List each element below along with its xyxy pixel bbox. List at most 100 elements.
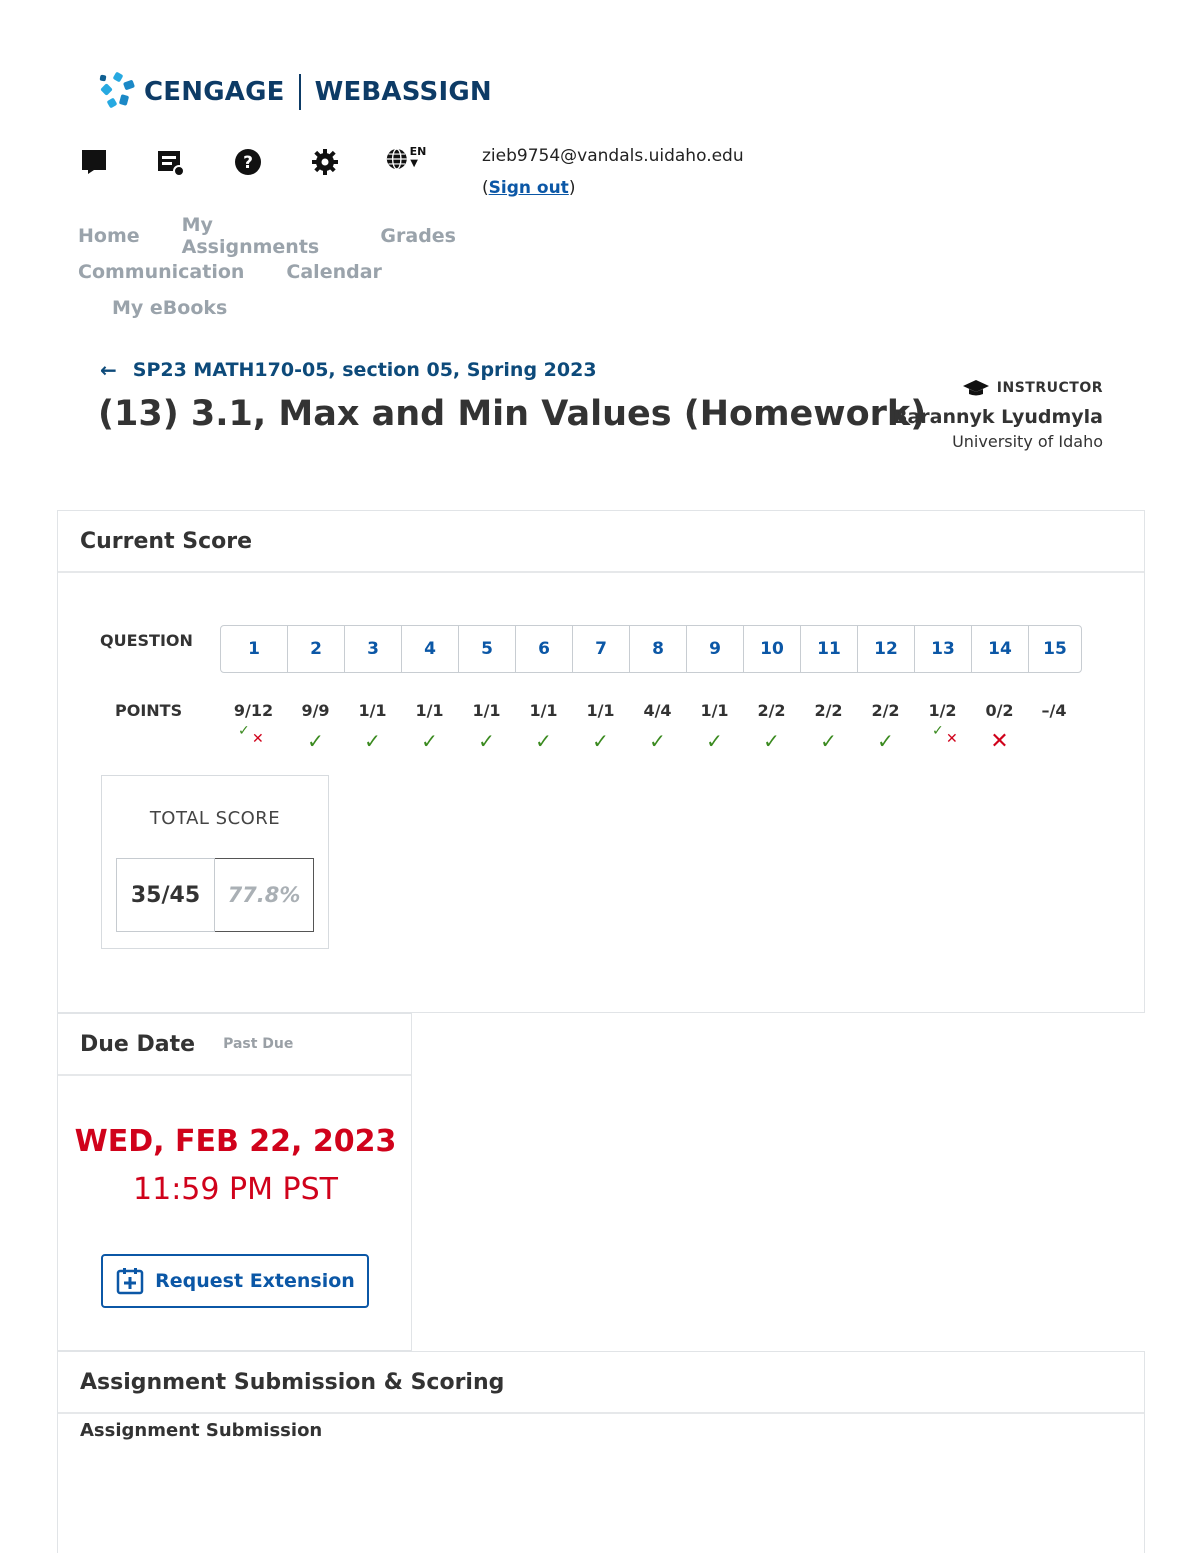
points-value: 1/1 [358,701,387,720]
globe-icon [386,148,407,170]
cengage-webassign-logo[interactable]: CENGAGE WEBASSIGN [96,70,492,114]
correct-check-icon: ✓ [535,729,552,753]
correct-check-icon: ✓ [820,729,837,753]
points-value: 2/2 [814,701,843,720]
no-status [1028,729,1080,751]
points-value: 1/1 [415,701,444,720]
points-cell-9: 1/1 ✓ [686,701,743,761]
brand-divider [298,74,301,110]
incorrect-x-icon: ✕ [990,729,1009,754]
correct-check-icon: ✓ [307,729,324,753]
question-link-15[interactable]: 15 [1029,626,1081,672]
question-link-11[interactable]: 11 [801,626,858,672]
points-row-label: POINTS [115,701,183,720]
nav-grades[interactable]: Grades [380,225,456,247]
points-value: 1/2 [928,701,957,720]
top-toolbar: ? EN ▼ [78,146,426,178]
points-value: 1/1 [586,701,615,720]
graduation-cap-icon [962,380,989,396]
request-extension-button[interactable]: Request Extension [101,1254,369,1308]
calendar-plus-icon [116,1268,144,1295]
submission-scoring-panel: Assignment Submission & Scoring Assignme… [57,1351,1145,1553]
total-score-points: 35/45 [116,858,215,932]
svg-text:?: ? [243,153,253,173]
correct-check-icon: ✓ [649,729,666,753]
points-value: 0/2 [985,701,1014,720]
language-selector[interactable]: EN ▼ [386,146,426,178]
points-value: 1/1 [529,701,558,720]
points-cell-12: 2/2 ✓ [857,701,914,761]
question-link-13[interactable]: 13 [915,626,972,672]
language-code: EN [409,145,427,158]
flag-icon[interactable] [78,146,110,178]
question-link-9[interactable]: 9 [687,626,744,672]
question-link-5[interactable]: 5 [459,626,516,672]
due-date-value: WED, FEB 22, 2023 [74,1124,397,1159]
instructor-school: University of Idaho [952,432,1103,451]
nav-calendar[interactable]: Calendar [286,261,381,283]
total-score-percent: 77.8% [215,858,314,932]
question-link-10[interactable]: 10 [744,626,801,672]
question-link-4[interactable]: 4 [402,626,459,672]
points-cell-15: –/4 [1028,701,1080,761]
question-link-14[interactable]: 14 [972,626,1029,672]
instructor-info: INSTRUCTOR Barannyk Lyudmyla University … [893,380,1103,451]
points-cell-2: 9/9 ✓ [287,701,344,761]
instructor-label: INSTRUCTOR [996,380,1103,396]
question-link-2[interactable]: 2 [288,626,345,672]
due-status-badge: Past Due [223,1036,294,1052]
correct-check-icon: ✓ [877,729,894,753]
points-cell-14: 0/2 ✕ [971,701,1028,761]
points-value: –/4 [1041,701,1067,720]
grades-icon[interactable] [155,146,187,178]
points-value: 2/2 [871,701,900,720]
correct-check-icon: ✓ [706,729,723,753]
question-link-8[interactable]: 8 [630,626,687,672]
signout-close-paren: ) [568,178,576,198]
current-score-panel: Current Score QUESTION 1 2 3 4 5 6 7 8 9 10 11 12 13… [57,510,1145,1013]
due-date-heading: Due Date [80,1031,196,1057]
question-link-6[interactable]: 6 [516,626,573,672]
question-link-1[interactable]: 1 [221,626,288,672]
total-score-label: TOTAL SCORE [149,808,281,829]
partial-credit-icon: ✓ ✕ [238,723,264,747]
correct-check-icon: ✓ [478,729,495,753]
points-cell-10: 2/2 ✓ [743,701,800,761]
partial-credit-icon: ✓ ✕ [932,723,958,747]
nav-home[interactable]: Home [78,225,140,247]
request-extension-label: Request Extension [155,1270,355,1292]
sign-out-link[interactable]: Sign out [489,178,569,198]
class-name: SP23 MATH170-05, section 05, Spring 2023 [132,359,597,381]
nav-my-assignments[interactable]: My Assignments [182,214,339,258]
gear-icon[interactable] [309,146,341,178]
points-value: 9/12 [233,701,274,720]
brand-wordmark: CENGAGE WEBASSIGN [144,74,492,110]
correct-check-icon: ✓ [364,729,381,753]
back-to-class-link[interactable]: ← SP23 MATH170-05, section 05, Spring 20… [100,358,597,382]
points-cell-5: 1/1 ✓ [458,701,515,761]
question-link-7[interactable]: 7 [573,626,630,672]
points-cell-6: 1/1 ✓ [515,701,572,761]
points-cell-3: 1/1 ✓ [344,701,401,761]
total-score-values: 35/45 77.8% [116,858,314,932]
points-value: 4/4 [643,701,672,720]
points-value: 1/1 [700,701,729,720]
question-link-3[interactable]: 3 [345,626,402,672]
question-row-label: QUESTION [100,631,193,650]
question-link-12[interactable]: 12 [858,626,915,672]
arrow-left-icon: ← [100,358,117,382]
nav-communication[interactable]: Communication [78,261,244,283]
total-score-box: TOTAL SCORE 35/45 77.8% [101,775,329,949]
page-title: (13) 3.1, Max and Min Values (Homework) [98,394,927,434]
brand-name-left: CENGAGE [144,77,285,107]
brand-name-right: WEBASSIGN [314,77,492,107]
help-icon[interactable]: ? [232,146,264,178]
cengage-logo-icon [96,71,138,113]
nav-my-ebooks[interactable]: My eBooks [112,297,227,319]
main-nav: Home My Assignments Grades Communication… [78,214,498,326]
signout-line: (Sign out) [482,172,744,204]
points-cell-4: 1/1 ✓ [401,701,458,761]
points-cell-13: 1/2 ✓ ✕ [914,701,971,761]
points-value: 2/2 [757,701,786,720]
chevron-down-icon: ▼ [410,158,418,169]
